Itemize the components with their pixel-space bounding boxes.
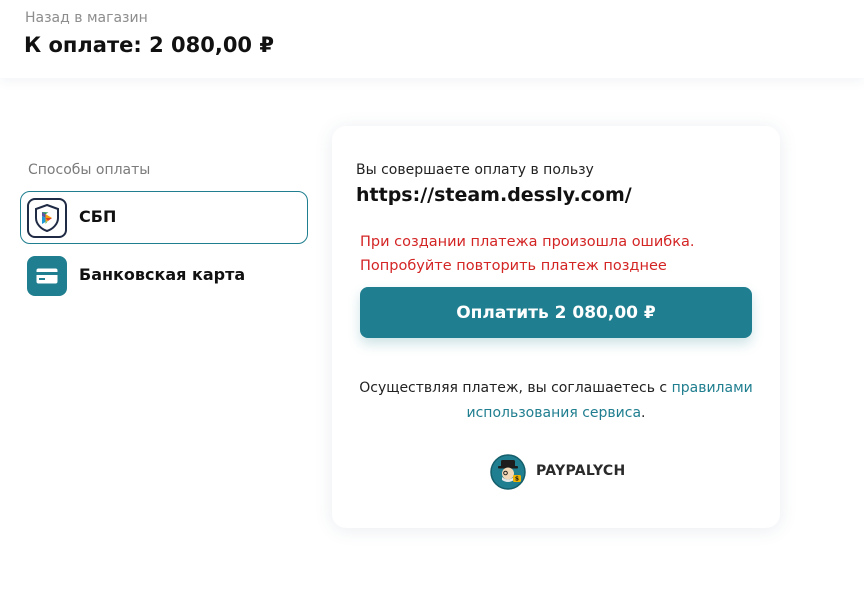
error-message: Попробуйте повторить платеж позднее	[360, 258, 667, 274]
bank-card-icon	[27, 256, 67, 296]
recipient-label: Вы совершаете оплату в пользу	[356, 162, 594, 178]
payment-method-bank-card[interactable]: Банковская карта	[20, 249, 308, 302]
payment-panel: Вы совершаете оплату в пользу https://st…	[332, 126, 780, 528]
provider-name: PAYPALYCH	[536, 463, 626, 479]
back-to-store-link[interactable]: Назад в магазин	[25, 10, 148, 26]
terms-prefix: Осуществляя платеж, вы соглашаетесь с	[359, 380, 672, 396]
payment-method-label: Банковская карта	[79, 265, 246, 284]
svg-text:$: $	[515, 476, 519, 483]
terms-suffix: .	[641, 405, 646, 421]
payment-method-label: СБП	[79, 207, 117, 226]
error-message: При создании платежа произошла ошибка.	[360, 234, 695, 250]
sbp-icon	[27, 198, 67, 238]
header: Назад в магазин К оплате: 2 080,00 ₽	[0, 0, 864, 78]
recipient-url: https://steam.dessly.com/	[356, 184, 632, 206]
paypalych-logo-icon: $	[490, 454, 526, 490]
terms-text: Осуществляя платеж, вы соглашаетесь с пр…	[352, 376, 760, 426]
payment-methods-heading: Способы оплаты	[28, 162, 151, 178]
payment-method-sbp[interactable]: СБП	[20, 191, 308, 244]
pay-button[interactable]: Оплатить 2 080,00 ₽	[360, 287, 752, 338]
amount-due-title: К оплате: 2 080,00 ₽	[24, 33, 274, 57]
